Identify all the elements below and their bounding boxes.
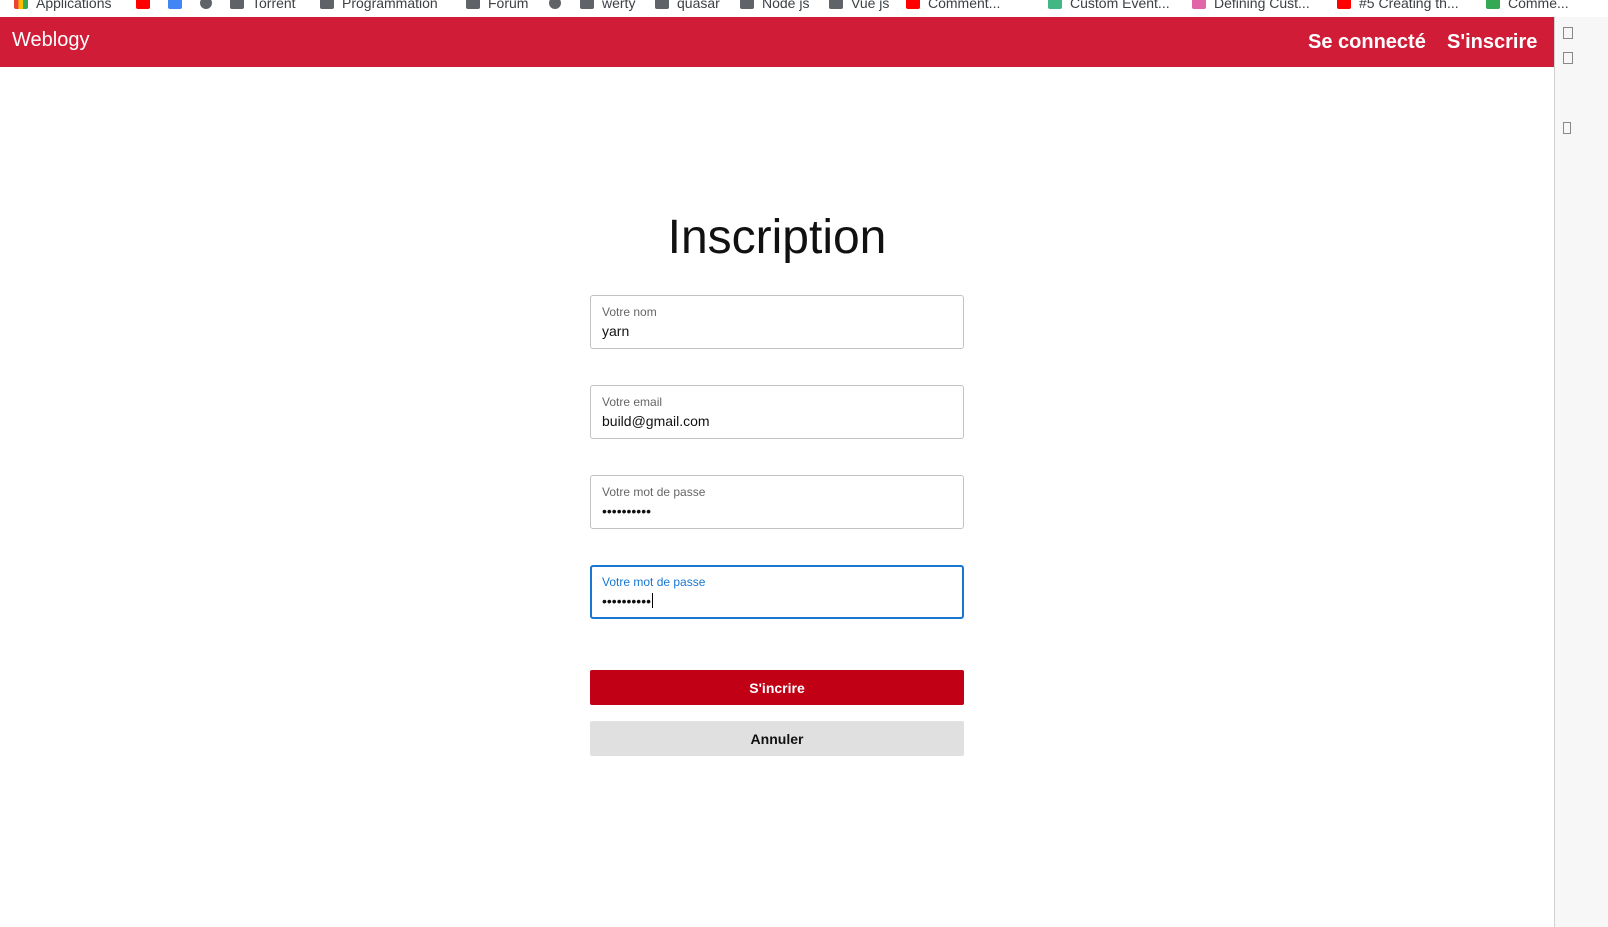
cancel-button[interactable]: Annuler — [590, 721, 964, 756]
folder-icon — [829, 0, 843, 9]
devtools-marker — [1563, 122, 1571, 134]
name-field-value: yarn — [602, 323, 630, 339]
folder-icon — [580, 0, 594, 9]
name-field[interactable]: Votre nom yarn — [590, 295, 964, 349]
bookmark-settings[interactable] — [200, 0, 220, 12]
password-confirm-field-label: Votre mot de passe — [602, 575, 706, 589]
bookmarks-bar: Applications Torrent Programmation Forum… — [0, 0, 1568, 17]
email-field-value: build@gmail.com — [602, 413, 710, 429]
nav-login-link[interactable]: Se connecté — [1308, 31, 1426, 54]
bookmark-forum[interactable]: Forum — [466, 0, 528, 12]
password-field[interactable]: Votre mot de passe •••••••••• — [590, 475, 964, 529]
bookmark-custom-event[interactable]: Custom Event... — [1048, 0, 1170, 12]
devtools-marker — [1563, 27, 1573, 39]
bookmark-applications[interactable]: Applications — [14, 0, 112, 12]
gear-icon — [549, 0, 561, 9]
bookmark-comment[interactable]: Comment... — [906, 0, 1000, 12]
bookmark-comme[interactable]: Comme... — [1486, 0, 1568, 12]
bookmark-gear[interactable] — [549, 0, 569, 12]
bookmark-torrent[interactable]: Torrent — [230, 0, 296, 12]
password-confirm-field-value: •••••••••• — [602, 593, 654, 609]
password-confirm-masked: •••••••••• — [602, 593, 652, 609]
folder-icon — [740, 0, 754, 9]
translate-icon — [168, 0, 182, 9]
youtube-icon — [1337, 0, 1351, 9]
bookmark-werty[interactable]: werty — [580, 0, 635, 12]
youtube-icon — [136, 0, 150, 9]
folder-icon — [320, 0, 334, 9]
folder-icon — [655, 0, 669, 9]
apps-grid-icon — [14, 0, 28, 9]
settings-icon — [200, 0, 212, 9]
bookmark-translate[interactable] — [168, 0, 190, 12]
email-field-label: Votre email — [602, 395, 663, 409]
text-caret — [652, 593, 654, 608]
bookmark-programmation[interactable]: Programmation — [320, 0, 438, 12]
devtools-panel-edge — [1554, 17, 1608, 927]
signup-button[interactable]: S'incrire — [590, 670, 964, 705]
password-field-value: •••••••••• — [602, 503, 652, 519]
page-icon — [1192, 0, 1206, 9]
email-field[interactable]: Votre email build@gmail.com — [590, 385, 964, 439]
nav-signup-link[interactable]: S'inscrire — [1447, 31, 1537, 54]
vue-icon — [1048, 0, 1062, 9]
bookmark-defining-cust[interactable]: Defining Cust... — [1192, 0, 1310, 12]
devtools-marker — [1563, 52, 1573, 64]
password-field-label: Votre mot de passe — [602, 485, 706, 499]
bookmark-nodejs[interactable]: Node js — [740, 0, 809, 12]
link-icon — [1486, 0, 1500, 9]
bookmark-vuejs[interactable]: Vue js — [829, 0, 889, 12]
page-title: Inscription — [667, 211, 887, 264]
bookmark-creating[interactable]: #5 Creating th... — [1337, 0, 1459, 12]
name-field-label: Votre nom — [602, 305, 657, 319]
folder-icon — [230, 0, 244, 9]
youtube-icon — [906, 0, 920, 9]
brand-logo[interactable]: Weblogy — [12, 29, 89, 52]
bookmark-youtube[interactable] — [136, 0, 158, 12]
top-navbar: Weblogy Se connecté S'inscrire — [0, 17, 1554, 67]
folder-icon — [466, 0, 480, 9]
bookmark-quasar[interactable]: quasar — [655, 0, 720, 12]
password-confirm-field[interactable]: Votre mot de passe •••••••••• — [590, 565, 964, 619]
